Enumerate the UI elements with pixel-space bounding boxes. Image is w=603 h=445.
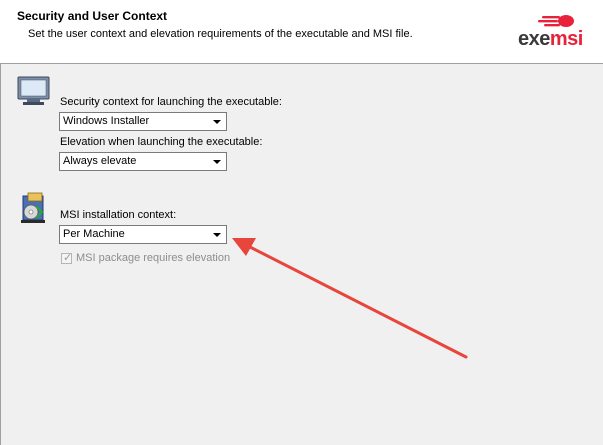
elevation-dropdown[interactable]: Always elevate [59,152,227,171]
page-title: Security and User Context [17,9,168,23]
requires-elevation-label: MSI package requires elevation [76,252,231,264]
logo-wordmark: exemsi [518,28,583,50]
elevation-label: Elevation when launching the executable: [60,136,263,148]
msi-context-value: Per Machine [63,228,125,240]
logo-mark-icon [538,15,574,27]
chevron-down-icon [213,160,221,164]
chevron-down-icon [213,233,221,237]
exemsi-logo: exemsi [516,14,596,50]
msi-context-label: MSI installation context: [60,209,177,221]
settings-panel: Security context for launching the execu… [0,64,603,445]
chevron-down-icon [213,120,221,124]
page-subtitle: Set the user context and elevation requi… [28,28,413,40]
elevation-value: Always elevate [63,155,137,167]
requires-elevation-checkbox[interactable]: ✓ [61,252,73,264]
wizard-header: Security and User Context Set the user c… [0,0,603,64]
checkmark-icon: ✓ [63,252,73,264]
security-context-label: Security context for launching the execu… [60,96,282,108]
security-context-dropdown[interactable]: Windows Installer [59,112,227,131]
msi-context-dropdown[interactable]: Per Machine [59,225,227,244]
installer-package-icon [21,192,45,223]
monitor-icon [17,76,50,105]
security-context-value: Windows Installer [63,115,150,127]
